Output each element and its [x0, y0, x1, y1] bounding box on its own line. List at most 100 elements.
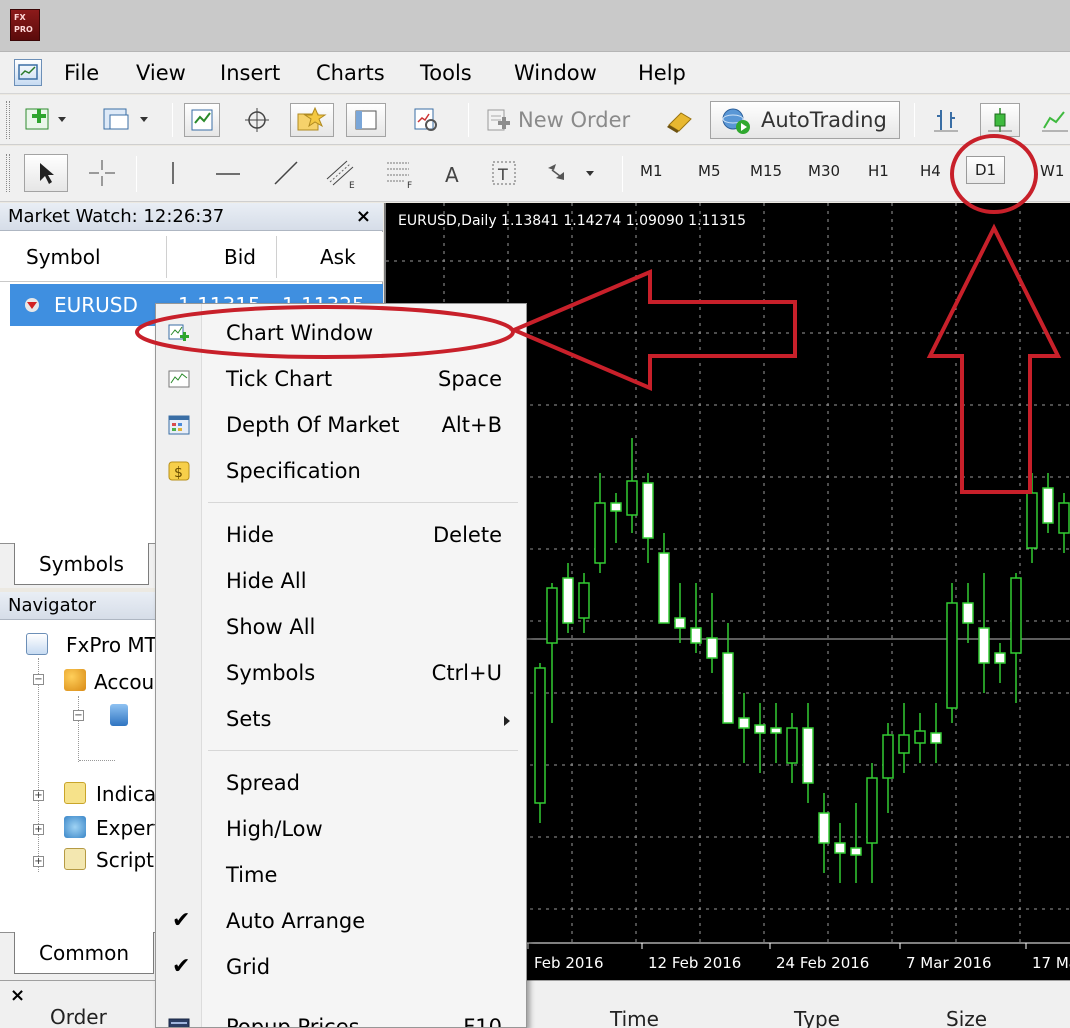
expand-icon[interactable]: +: [33, 790, 44, 801]
line-chart-icon[interactable]: [1040, 103, 1070, 137]
menu-item-auto-arrange[interactable]: ✔ Auto Arrange: [156, 900, 526, 942]
terminal-close-button[interactable]: ×: [10, 985, 25, 1006]
autotrading-button[interactable]: AutoTrading: [710, 101, 900, 139]
menu-insert[interactable]: Insert: [218, 59, 282, 87]
candle-body: [994, 652, 1006, 664]
column-size[interactable]: Size: [946, 1007, 987, 1028]
app-menu-icon[interactable]: [14, 59, 42, 86]
candle-body: [834, 842, 846, 854]
timeframe-h1[interactable]: H1: [868, 162, 889, 180]
menu-item-hide-all[interactable]: Hide All: [156, 560, 526, 602]
timeframe-w1[interactable]: W1: [1040, 162, 1064, 180]
timeframe-h4[interactable]: H4: [920, 162, 941, 180]
market-watch-close-button[interactable]: ×: [356, 203, 371, 231]
market-watch-toggle[interactable]: [184, 103, 220, 137]
trendline-icon[interactable]: [266, 154, 306, 192]
expand-icon[interactable]: +: [33, 856, 44, 867]
menu-charts[interactable]: Charts: [314, 59, 387, 87]
toolbar-grip[interactable]: [6, 101, 10, 139]
data-window-icon[interactable]: [242, 103, 272, 137]
terminal-toggle[interactable]: [346, 103, 386, 137]
menu-item-symbols[interactable]: Symbols Ctrl+U: [156, 652, 526, 694]
candle-body: [1042, 487, 1054, 524]
fibonacci-retracement-icon[interactable]: F: [378, 154, 422, 192]
menu-item-chart-window[interactable]: Chart Window: [156, 312, 526, 354]
candlestick-chart-icon[interactable]: [980, 103, 1020, 137]
candle-body: [690, 627, 702, 644]
equidistant-channel-icon[interactable]: E: [320, 154, 364, 192]
collapse-icon[interactable]: −: [33, 674, 44, 685]
menu-item-high-low[interactable]: High/Low: [156, 808, 526, 850]
candle-body: [642, 482, 654, 539]
menu-label: Hide All: [226, 569, 307, 593]
row-symbol: EURUSD: [54, 293, 138, 317]
market-watch-column-headers: Symbol Bid Ask: [0, 232, 383, 282]
menu-shortcut: Ctrl+U: [431, 661, 502, 685]
menu-file[interactable]: File: [62, 59, 101, 87]
menu-item-hide[interactable]: Hide Delete: [156, 514, 526, 556]
column-time[interactable]: Time: [610, 1007, 659, 1028]
cursor-icon[interactable]: [24, 154, 68, 192]
timeframe-m15[interactable]: M15: [750, 162, 782, 180]
column-type[interactable]: Type: [794, 1007, 840, 1028]
candle-body: [770, 727, 782, 734]
strategy-tester-icon[interactable]: [408, 103, 444, 137]
menu-item-depth-of-market[interactable]: Depth Of Market Alt+B: [156, 404, 526, 446]
timeframe-m5[interactable]: M5: [698, 162, 721, 180]
menu-item-tick-chart[interactable]: Tick Chart Space: [156, 358, 526, 400]
new-order-label: New Order: [518, 108, 631, 132]
timeframe-m30[interactable]: M30: [808, 162, 840, 180]
menu-tools[interactable]: Tools: [418, 59, 474, 87]
toolbar-grip[interactable]: [6, 154, 10, 192]
accounts-icon: [64, 669, 86, 691]
menu-label: Chart Window: [226, 321, 374, 345]
logo-text-top: FX: [14, 13, 26, 22]
column-ask[interactable]: Ask: [320, 232, 356, 282]
title-bar: FX PRO: [0, 0, 1070, 52]
arrows-dropdown-icon[interactable]: [540, 154, 604, 192]
logo-text-bottom: PRO: [14, 25, 33, 34]
candle-body: [882, 734, 894, 779]
candle-body: [946, 602, 958, 709]
menu-item-show-all[interactable]: Show All: [156, 606, 526, 648]
column-symbol[interactable]: Symbol: [26, 232, 101, 282]
column-bid[interactable]: Bid: [224, 232, 256, 282]
tab-symbols[interactable]: Symbols: [14, 543, 149, 585]
market-watch-title: Market Watch: 12:26:37: [8, 206, 225, 227]
text-label-icon[interactable]: T: [488, 154, 520, 192]
crosshair-icon[interactable]: [82, 154, 122, 192]
menu-item-sets[interactable]: Sets: [156, 698, 526, 740]
vertical-line-icon[interactable]: [158, 154, 188, 192]
menu-item-specification[interactable]: $ Specification: [156, 450, 526, 492]
candle-body: [610, 502, 622, 512]
candle-body: [978, 627, 990, 664]
candle-body: [658, 552, 670, 624]
tick-chart-icon: [168, 370, 190, 388]
new-chart-button[interactable]: [22, 103, 74, 135]
tab-common[interactable]: Common: [14, 932, 155, 974]
svg-text:E: E: [349, 181, 355, 189]
menu-item-spread[interactable]: Spread: [156, 762, 526, 804]
menu-window[interactable]: Window: [512, 59, 599, 87]
collapse-icon[interactable]: −: [73, 710, 84, 721]
horizontal-line-icon[interactable]: [208, 154, 248, 192]
menu-help[interactable]: Help: [636, 59, 688, 87]
menu-label: Spread: [226, 771, 300, 795]
menu-shortcut: F10: [463, 1015, 502, 1028]
menu-label: Tick Chart: [226, 367, 333, 391]
menu-item-grid[interactable]: ✔ Grid: [156, 946, 526, 988]
navigator-toggle[interactable]: [290, 103, 334, 137]
text-icon[interactable]: A: [438, 154, 468, 192]
menu-label: Popup Prices: [226, 1015, 360, 1028]
timeframe-m1[interactable]: M1: [640, 162, 663, 180]
profiles-button[interactable]: [98, 103, 156, 135]
expand-icon[interactable]: +: [33, 824, 44, 835]
menu-item-time[interactable]: Time: [156, 854, 526, 896]
menu-view[interactable]: View: [134, 59, 188, 87]
new-order-button[interactable]: New Order: [484, 103, 644, 137]
metaeditor-icon[interactable]: [662, 103, 698, 137]
column-order[interactable]: Order: [50, 1005, 107, 1028]
bar-chart-icon[interactable]: [928, 103, 964, 137]
menu-item-popup-prices[interactable]: Popup Prices F10: [156, 1006, 526, 1028]
timeframe-d1[interactable]: D1: [966, 156, 1006, 184]
